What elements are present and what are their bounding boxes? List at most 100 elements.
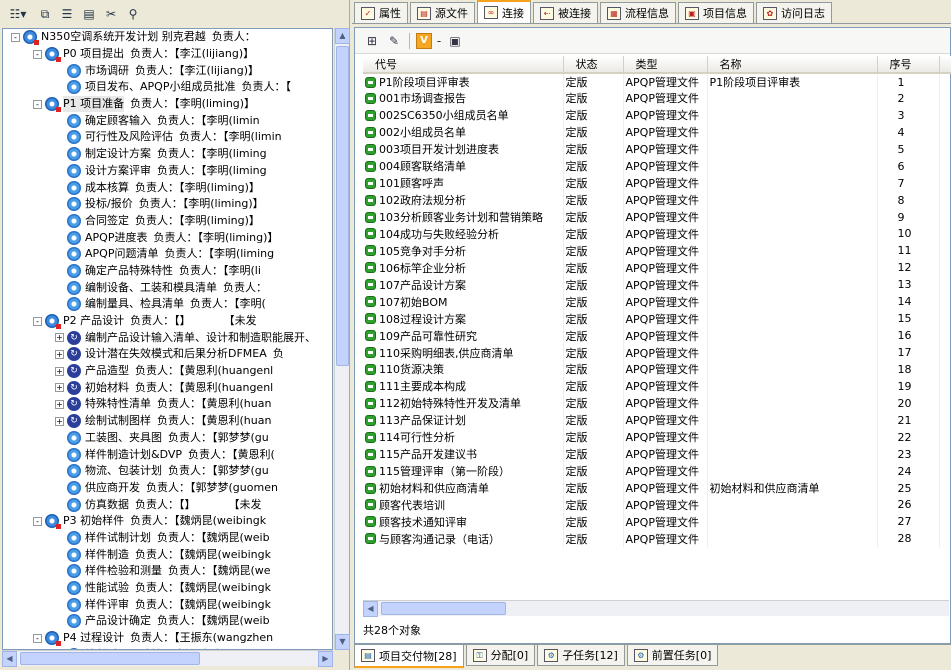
copy-icon[interactable]: ⧉ — [36, 5, 54, 23]
column-header[interactable]: 状态 — [563, 56, 624, 74]
table-row[interactable]: 105竞争对手分析 定版 APQP管理文件 11 — [363, 242, 951, 260]
table-horizontal-scrollbar[interactable]: ◀ — [363, 600, 949, 617]
table-row[interactable]: 111主要成本构成 定版 APQP管理文件 19 — [363, 377, 951, 395]
expand-icon[interactable]: + — [55, 416, 64, 426]
tree-node[interactable]: 编制设备、工装和模具清单 负责人： — [3, 279, 332, 296]
tree-node[interactable]: 供应商开发 负责人：【郭梦梦(guomen — [3, 480, 332, 497]
table-row[interactable]: 003项目开发计划进度表 定版 APQP管理文件 5 — [363, 140, 951, 158]
tree-node[interactable]: - P0 项目提出 负责人：【李江(lijiang)】 — [3, 46, 332, 63]
tree-view-icon[interactable]: ⊞ — [363, 32, 381, 50]
table-row[interactable]: 101顾客呼声 定版 APQP管理文件 7 — [363, 174, 951, 192]
tree-node[interactable]: 产品设计确定 负责人：【魏炳昆(weib — [3, 613, 332, 630]
tree-node[interactable]: - P1 项目准备 负责人：【李明(liming)】 — [3, 96, 332, 113]
collapse-icon[interactable]: - — [11, 32, 20, 42]
table-row[interactable]: 102政府法规分析 定版 APQP管理文件 8 — [363, 191, 951, 209]
edit-icon[interactable]: ✎ — [385, 32, 403, 50]
table-horizontal-scroll-thumb[interactable] — [381, 602, 506, 615]
tree-node[interactable]: + ↻ 初始材料 负责人：【黄恩利(huangenl — [3, 379, 332, 396]
tree-horizontal-scrollbar[interactable]: ◀ ▶ — [2, 650, 333, 667]
scroll-right-arrow-icon[interactable]: ▶ — [318, 651, 333, 667]
list-icon[interactable]: ☰ — [58, 5, 76, 23]
table-row[interactable]: 115产品开发建议书 定版 APQP管理文件 23 — [363, 445, 951, 463]
scroll-left-arrow-icon[interactable]: ◀ — [2, 651, 17, 667]
collapse-icon[interactable]: - — [33, 316, 42, 326]
table-row[interactable]: 与顾客沟通记录（电话） 定版 APQP管理文件 28 — [363, 530, 951, 548]
table-row[interactable]: 113产品保证计划 定版 APQP管理文件 21 — [363, 411, 951, 429]
tree-node[interactable]: 设计方案评审 负责人：【李明(liming — [3, 163, 332, 180]
tree-vertical-scroll-thumb[interactable] — [336, 46, 349, 366]
table-row[interactable]: 106标竿企业分析 定版 APQP管理文件 12 — [363, 259, 951, 277]
table-row[interactable]: 109产品可靠性研究 定版 APQP管理文件 16 — [363, 327, 951, 345]
project-tree[interactable]: - N350空调系统开发计划 别克君越 负责人： - P0 项目提出 负责人：【李江(li… — [2, 28, 333, 650]
bottom-tab-deliverable[interactable]: ▤ 项目交付物[28] — [354, 645, 464, 668]
tree-node[interactable]: 编制量具、检具清单 负责人：【李明( — [3, 296, 332, 313]
table-row[interactable]: 110货源决策 定版 APQP管理文件 18 — [363, 361, 951, 378]
table-row[interactable]: P1阶段项目评审表 定版 APQP管理文件 P1阶段项目评审表 1 — [363, 73, 951, 90]
tree-node[interactable]: 项目发布、APQP小组成员批准 负责人：【 — [3, 79, 332, 96]
collapse-icon[interactable]: - — [33, 516, 42, 526]
tree-node[interactable]: + ↻ 设计潜在失效模式和后果分析DFMEA 负 — [3, 346, 332, 363]
tree-node[interactable]: - P4 过程设计 负责人：【王振东(wangzhen — [3, 630, 332, 647]
table-row[interactable]: 114可行性分析 定版 APQP管理文件 22 — [363, 428, 951, 446]
tree-node[interactable]: + ↻ 编制产品设计输入清单、设计和制造职能展开、 — [3, 329, 332, 346]
tree-node[interactable]: APQP进度表 负责人：【李明(liming)】 — [3, 229, 332, 246]
tree-node[interactable]: 可行性及风险评估 负责人：【李明(limin — [3, 129, 332, 146]
expand-icon[interactable]: + — [55, 349, 64, 359]
table-row[interactable]: 顾客技术通知评审 定版 APQP管理文件 27 — [363, 513, 951, 531]
table-row[interactable]: 108过程设计方案 定版 APQP管理文件 15 — [363, 310, 951, 328]
expand-icon[interactable]: + — [55, 399, 64, 409]
tree-node[interactable]: - P2 产品设计 负责人：【】 【未发 — [3, 313, 332, 330]
tree-node[interactable]: 性能试验 负责人：【魏炳昆(weibingk — [3, 580, 332, 597]
dropdown-arrow-icon[interactable]: - — [436, 32, 442, 50]
table-row[interactable]: 顾客代表培训 定版 APQP管理文件 26 — [363, 496, 951, 514]
tab-project-info[interactable]: ▣ 项目信息 — [678, 2, 754, 23]
tab-properties[interactable]: ✓ 属性 — [354, 2, 408, 23]
bottom-tab-assign[interactable]: ⚿ 分配[0] — [465, 645, 536, 666]
table-row[interactable]: 004顾客联络清单 定版 APQP管理文件 6 — [363, 157, 951, 175]
tree-node[interactable]: - P3 初始样件 负责人：【魏炳昆(weibingk — [3, 513, 332, 530]
tree-node[interactable]: 确定产品特殊特性 负责人：【李明(li — [3, 263, 332, 280]
table-row[interactable]: 107产品设计方案 定版 APQP管理文件 13 — [363, 276, 951, 294]
tab-access-log[interactable]: ✿ 访问日志 — [756, 2, 832, 23]
column-header[interactable]: 序号 — [877, 56, 940, 74]
tab-flow-info[interactable]: ▦ 流程信息 — [600, 2, 676, 23]
tree-node[interactable]: 市场调研 负责人：【李江(lijiang)】 — [3, 62, 332, 79]
table-row[interactable]: 104成功与失败经验分析 定版 APQP管理文件 10 — [363, 225, 951, 243]
search-icon[interactable]: ⚲ — [124, 5, 142, 23]
expand-icon[interactable]: + — [55, 366, 64, 376]
expand-icon[interactable]: + — [55, 333, 64, 343]
tree-horizontal-scroll-thumb[interactable] — [20, 652, 200, 665]
bottom-tab-predecessor[interactable]: ⚙ 前置任务[0] — [626, 645, 719, 666]
table-row[interactable]: 002SC6350小组成员名单 定版 APQP管理文件 3 — [363, 106, 951, 124]
tree-node[interactable]: 样件评审 负责人：【魏炳昆(weibingk — [3, 596, 332, 613]
tree-node[interactable]: APQP问题清单 负责人：【李明(liming — [3, 246, 332, 263]
tree-node[interactable]: + ↻ 特殊特性清单 负责人：【黄恩利(huan — [3, 396, 332, 413]
view-menu-icon[interactable]: ☷▾ — [4, 5, 32, 23]
expand-icon[interactable]: + — [55, 383, 64, 393]
scroll-up-arrow-icon[interactable]: ▲ — [335, 28, 350, 44]
tree-node[interactable]: 样件试制计划 负责人：【魏炳昆(weib — [3, 530, 332, 547]
tree-node[interactable]: 物流、包装计划 负责人：【郭梦梦(gu — [3, 463, 332, 480]
column-header[interactable]: 类型 — [623, 56, 708, 74]
tree-node[interactable]: 仿真数据 负责人：【】 【未发 — [3, 496, 332, 513]
tree-node[interactable]: 确定顾客输入 负责人：【李明(limin — [3, 112, 332, 129]
table-row[interactable]: 001市场调查报告 定版 APQP管理文件 2 — [363, 90, 951, 107]
collapse-icon[interactable]: - — [33, 99, 42, 109]
page-icon[interactable]: ▤ — [80, 5, 98, 23]
tree-node[interactable]: + ↻ 绘制试制图样 负责人：【黄恩利(huan — [3, 413, 332, 430]
tree-vertical-scrollbar[interactable]: ▲ ▼ — [334, 28, 350, 650]
table-row[interactable]: 初始材料和供应商清单 定版 APQP管理文件 初始材料和供应商清单 25 — [363, 479, 951, 497]
scroll-left-arrow-icon[interactable]: ◀ — [363, 601, 378, 617]
tree-node[interactable]: - N350空调系统开发计划 别克君越 负责人： — [3, 29, 332, 46]
column-header[interactable]: 所 — [939, 56, 951, 74]
tab-source-file[interactable]: ▤ 源文件 — [410, 2, 475, 23]
column-header[interactable]: 名称 — [707, 56, 878, 74]
tree-node[interactable]: 制定设计方案 负责人：【李明(liming — [3, 146, 332, 163]
bottom-tab-subtask[interactable]: ⚙ 子任务[12] — [537, 645, 625, 666]
tree-node[interactable]: 成本核算 负责人：【李明(liming)】 — [3, 179, 332, 196]
tools-icon[interactable]: ✂ — [102, 5, 120, 23]
table-row[interactable]: 107初始BOM 定版 APQP管理文件 14 — [363, 293, 951, 311]
table-row[interactable]: 103分析顾客业务计划和营销策略 定版 APQP管理文件 9 — [363, 208, 951, 226]
scroll-down-arrow-icon[interactable]: ▼ — [335, 634, 350, 650]
tab-linked[interactable]: ⇠ 被连接 — [533, 2, 598, 23]
